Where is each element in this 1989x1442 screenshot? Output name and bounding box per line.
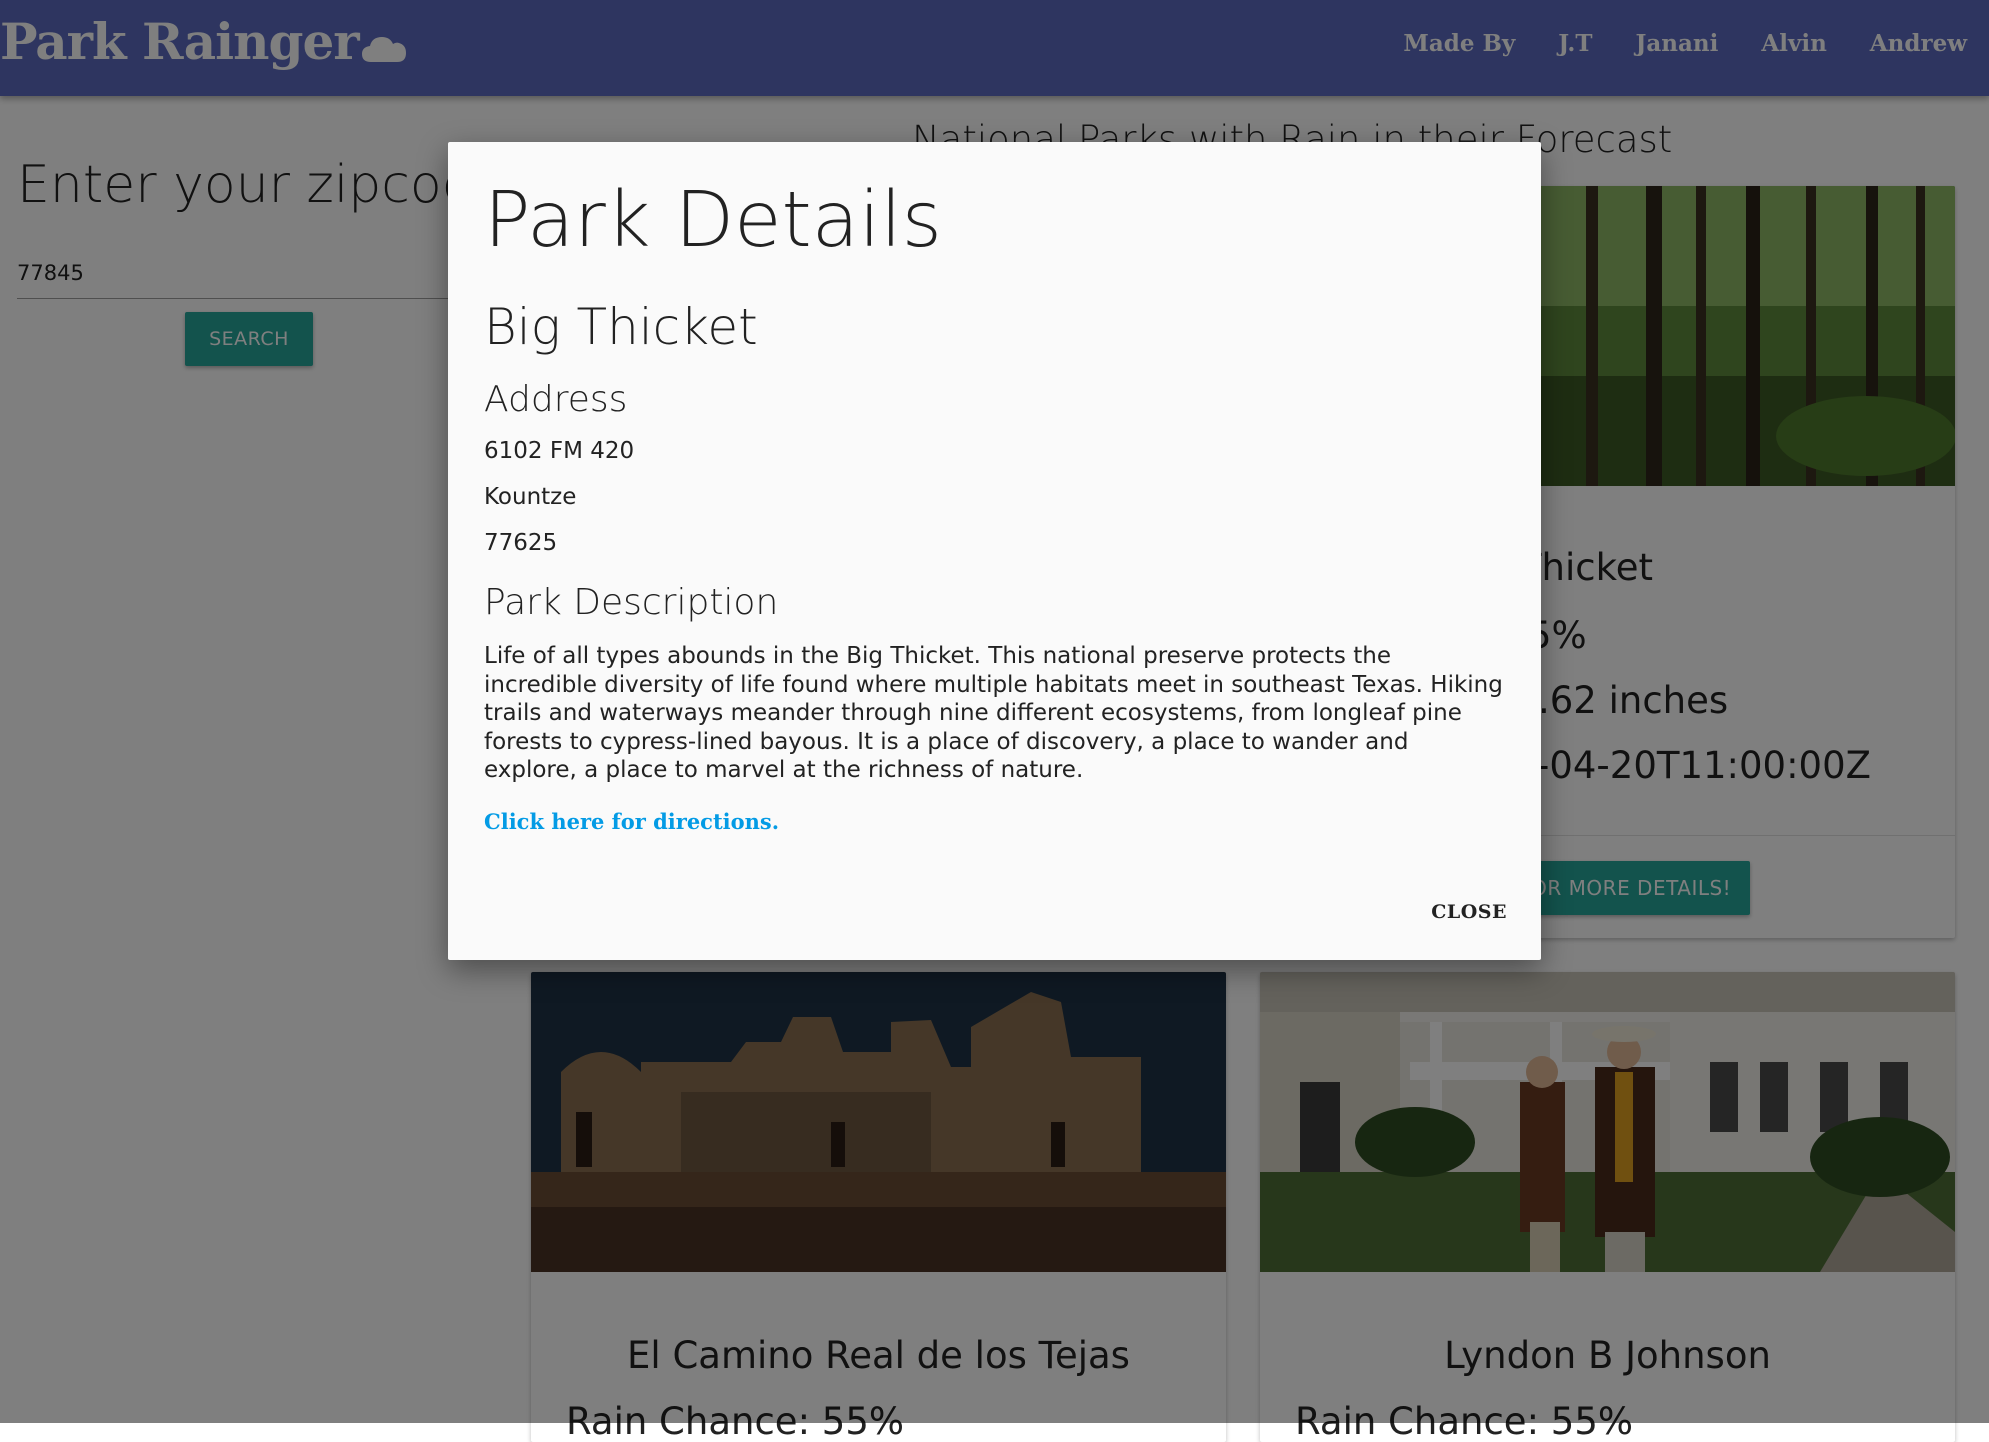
modal-title: Park Details	[484, 176, 942, 265]
close-button[interactable]: CLOSE	[1427, 897, 1511, 927]
park-details-modal: Park Details Big Thicket Address 6102 FM…	[448, 142, 1541, 960]
directions-link[interactable]: Click here for directions.	[484, 809, 779, 834]
address-street: 6102 FM 420	[484, 438, 635, 464]
address-city: Kountze	[484, 484, 577, 510]
park-description: Life of all types abounds in the Big Thi…	[484, 643, 1503, 783]
address-zip: 77625	[484, 530, 558, 556]
modal-park-name: Big Thicket	[484, 298, 758, 356]
address-heading: Address	[484, 379, 628, 420]
description-heading: Park Description	[484, 582, 779, 623]
